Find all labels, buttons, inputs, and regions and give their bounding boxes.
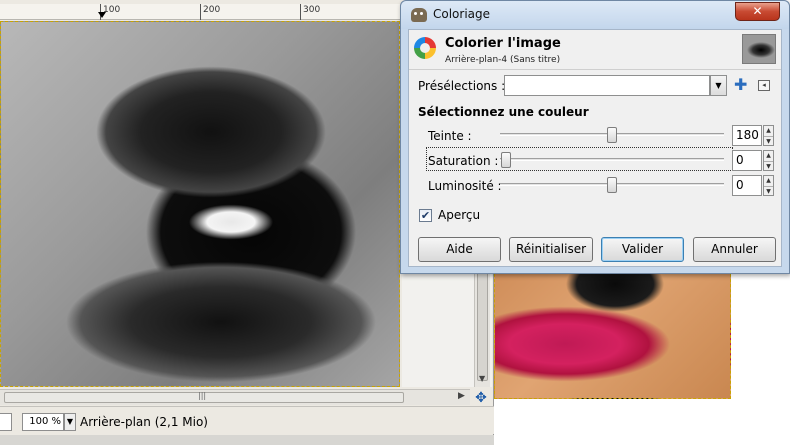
- layer-thumbnail: [742, 34, 776, 64]
- presets-combo[interactable]: [504, 75, 710, 96]
- hue-value-field[interactable]: 180: [732, 125, 762, 146]
- ruler-pointer-marker: [98, 12, 106, 18]
- spin-up-icon[interactable]: ▲: [764, 151, 773, 161]
- hue-spin-buttons[interactable]: ▲ ▼: [763, 125, 774, 146]
- saturation-slider-handle[interactable]: [501, 152, 511, 168]
- preset-menu-icon[interactable]: ◂: [758, 80, 770, 91]
- window-title: Coloriage: [433, 7, 491, 21]
- lightness-slider-handle[interactable]: [607, 177, 617, 193]
- hue-label: Teinte :: [428, 129, 472, 143]
- unit-selector[interactable]: [0, 413, 12, 431]
- colorize-dialog: Coloriage ✕ Colorier l'image Arrière-pla…: [400, 0, 790, 274]
- status-bar: 100 % ▼ Arrière-plan (2,1 Mio): [0, 406, 494, 434]
- divider: [409, 69, 781, 70]
- close-icon: ✕: [752, 4, 763, 18]
- saturation-spin-buttons[interactable]: ▲ ▼: [763, 150, 774, 171]
- reset-button[interactable]: Réinitialiser: [509, 237, 593, 262]
- preview-label[interactable]: Aperçu: [438, 208, 480, 222]
- help-button[interactable]: Aide: [418, 237, 501, 262]
- scroll-grip-icon: |||: [198, 391, 207, 400]
- layer-info-text: Arrière-plan (2,1 Mio): [80, 415, 208, 429]
- ok-button[interactable]: Valider: [601, 237, 684, 262]
- navigate-icon[interactable]: ✥: [472, 390, 490, 406]
- scroll-down-arrow-icon[interactable]: ▼: [479, 374, 485, 383]
- saturation-label: Saturation :: [428, 154, 499, 168]
- spin-up-icon[interactable]: ▲: [764, 176, 773, 186]
- scroll-right-arrow-icon[interactable]: ▶: [458, 391, 465, 401]
- ruler-tick: 300: [300, 4, 320, 20]
- section-title: Sélectionnez une couleur: [418, 105, 589, 119]
- cancel-button[interactable]: Annuler: [693, 237, 776, 262]
- dialog-body: Colorier l'image Arrière-plan-4 (Sans ti…: [408, 29, 782, 267]
- zoom-field[interactable]: 100 %: [22, 413, 64, 431]
- dialog-titlebar[interactable]: Coloriage ✕: [401, 1, 789, 29]
- spin-up-icon[interactable]: ▲: [764, 126, 773, 136]
- horizontal-scrollbar[interactable]: ||| ▶: [0, 389, 470, 405]
- window-bottom-edge: [0, 435, 494, 445]
- spin-down-icon[interactable]: ▼: [764, 161, 773, 171]
- saturation-slider[interactable]: [500, 158, 724, 161]
- colorize-icon: [414, 37, 436, 59]
- presets-label: Présélections :: [418, 79, 506, 93]
- add-preset-icon[interactable]: ✚: [734, 76, 747, 94]
- saturation-value-field[interactable]: 0: [732, 150, 762, 171]
- spin-down-icon[interactable]: ▼: [764, 186, 773, 196]
- close-button[interactable]: ✕: [735, 2, 780, 21]
- preview-checkbox[interactable]: ✔: [419, 209, 432, 222]
- ruler-tick: 200: [200, 4, 220, 20]
- vertical-scroll-thumb[interactable]: [477, 271, 488, 381]
- hue-slider-handle[interactable]: [607, 127, 617, 143]
- zoom-dropdown-arrow-icon[interactable]: ▼: [64, 413, 76, 431]
- color-image-canvas[interactable]: [494, 274, 731, 399]
- lightness-spin-buttons[interactable]: ▲ ▼: [763, 175, 774, 196]
- dialog-heading: Colorier l'image: [445, 36, 561, 51]
- image-canvas[interactable]: [0, 21, 400, 387]
- chevron-down-icon[interactable]: ▼: [710, 75, 727, 96]
- lightness-value-field[interactable]: 0: [732, 175, 762, 196]
- checkmark-icon: ✔: [420, 209, 431, 222]
- lightness-label: Luminosité :: [428, 179, 502, 193]
- spin-down-icon[interactable]: ▼: [764, 136, 773, 146]
- dialog-subtitle: Arrière-plan-4 (Sans titre): [445, 55, 561, 65]
- gimp-icon: [411, 8, 427, 22]
